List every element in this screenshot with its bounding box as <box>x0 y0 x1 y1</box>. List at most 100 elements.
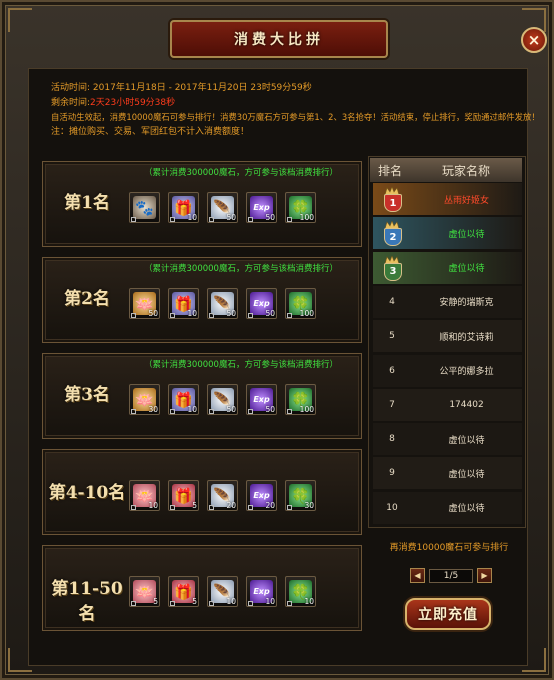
reward-slot[interactable]: Exp 50 <box>246 192 277 223</box>
item-count: 100 <box>299 405 314 414</box>
item-count: 50 <box>226 309 236 318</box>
tier-title: 第11-50名 <box>51 579 123 624</box>
leaderboard-row: 10 虚位以待 <box>373 491 522 524</box>
reward-slot[interactable]: 🎁 10 <box>168 384 199 415</box>
medal-rank-number: 1 <box>384 194 402 212</box>
player-name: 公平的娜多拉 <box>439 367 494 377</box>
item-count: 50 <box>226 213 236 222</box>
bound-marker-icon <box>209 217 214 222</box>
player-name: 安静的瑞斯克 <box>439 298 494 309</box>
next-page-button[interactable]: ▶ <box>477 568 492 583</box>
rank-reward-tier: 第4-10名 🪷 10 🎁 5 🪶 20 Exp 20 🍀 30 <box>42 449 362 535</box>
item-count: 50 <box>265 405 275 414</box>
bound-marker-icon <box>209 505 214 510</box>
next-arrow-icon: ▶ <box>481 571 488 580</box>
reward-slot[interactable]: 🎁 5 <box>168 480 199 511</box>
item-count: 50 <box>148 309 158 318</box>
reward-items: 🪷 50 🎁 10 🪶 50 Exp 50 🍀 100 <box>129 288 316 319</box>
tier-requirement: （累计消费300000魔石，方可参与该档消费排行） <box>144 360 338 370</box>
reward-items: 🐾 🎁 10 🪶 50 Exp 50 🍀 100 <box>129 192 316 223</box>
reward-slot[interactable]: 🪷 30 <box>129 384 160 415</box>
reward-slot[interactable]: 🍀 10 <box>285 576 316 607</box>
bound-marker-icon <box>131 601 136 606</box>
tier-requirement: （累计消费300000魔石，方可参与该档消费排行） <box>144 168 338 178</box>
bound-marker-icon <box>170 217 175 222</box>
rank-reward-tier: （累计消费300000魔石，方可参与该档消费排行） 第3名 🪷 30 🎁 10 🪶… <box>42 353 362 439</box>
item-count: 10 <box>304 597 314 606</box>
reward-slot[interactable]: 🎁 5 <box>168 576 199 607</box>
item-count: 30 <box>148 405 158 414</box>
recharge-now-button[interactable]: 立即充值 <box>405 598 491 630</box>
player-name: 174402 <box>449 399 484 410</box>
pagination: ◀ 1/5 ▶ <box>410 568 492 583</box>
prev-page-button[interactable]: ◀ <box>410 568 425 583</box>
bound-marker-icon <box>170 313 175 318</box>
bound-marker-icon <box>170 601 175 606</box>
bound-marker-icon <box>131 505 136 510</box>
bound-marker-icon <box>209 313 214 318</box>
remaining-time-line: 剩余时间:2天23小时59分38秒 <box>51 96 540 111</box>
reward-slot[interactable]: Exp 50 <box>246 288 277 319</box>
item-count: 50 <box>226 405 236 414</box>
silver-medal-icon: 2 <box>383 221 402 247</box>
bound-marker-icon <box>170 505 175 510</box>
rank-number: 6 <box>389 365 395 376</box>
reward-slot[interactable]: Exp 20 <box>246 480 277 511</box>
leaderboard-row: 3 虚位以待 <box>373 251 522 284</box>
reward-slot[interactable]: 🪶 50 <box>207 384 238 415</box>
reward-slot[interactable]: 🍀 30 <box>285 480 316 511</box>
reward-slot[interactable]: 🪶 10 <box>207 576 238 607</box>
window-title: 消费大比拼 <box>234 32 324 48</box>
header-player-name: 玩家名称 <box>441 163 490 178</box>
item-count: 5 <box>192 501 197 510</box>
reward-slot[interactable]: 🪷 5 <box>129 576 160 607</box>
frame-corner <box>8 8 32 32</box>
close-icon: × <box>527 30 541 49</box>
bound-marker-icon <box>131 409 136 414</box>
bound-marker-icon <box>287 505 292 510</box>
item-count: 50 <box>265 309 275 318</box>
reward-slot[interactable]: 🍀 100 <box>285 384 316 415</box>
fox-pet-icon: 🐾 <box>133 196 156 219</box>
reward-slot[interactable]: Exp 50 <box>246 384 277 415</box>
bronze-medal-icon: 3 <box>383 255 402 281</box>
leaderboard-header: 排名 玩家名称 <box>370 158 522 182</box>
item-count: 10 <box>187 405 197 414</box>
item-count: 50 <box>265 213 275 222</box>
remaining-time-value: 2天23小时59分38秒 <box>90 97 176 108</box>
rank-number: 4 <box>389 296 395 307</box>
reward-slot[interactable]: 🪶 50 <box>207 192 238 223</box>
reward-slot[interactable]: 🎁 10 <box>168 288 199 319</box>
reward-slot[interactable]: 🎁 10 <box>168 192 199 223</box>
bound-marker-icon <box>287 217 292 222</box>
reward-slot[interactable]: 🍀 100 <box>285 288 316 319</box>
bound-marker-icon <box>287 601 292 606</box>
reward-slot[interactable]: 🪷 50 <box>129 288 160 319</box>
bound-marker-icon <box>209 601 214 606</box>
player-name: 虚位以待 <box>448 264 485 275</box>
activity-time-value: 2017年11月18日 - 2017年11月20日 23时59分59秒 <box>92 83 312 93</box>
rule-line: 自活动生效起，消费10000魔石可参与排行！消费30万魔石方可参与第1、2、3名… <box>51 112 540 122</box>
close-button[interactable]: × <box>521 27 547 53</box>
gold-medal-icon: 1 <box>383 187 402 212</box>
reward-items: 🪷 10 🎁 5 🪶 20 Exp 20 🍀 30 <box>129 480 316 511</box>
reward-slot[interactable]: Exp 10 <box>246 576 277 607</box>
rank-reward-tier: 第11-50名 🪷 5 🎁 5 🪶 10 Exp 10 🍀 10 <box>42 545 362 631</box>
reward-slot[interactable]: 🪷 10 <box>129 480 160 511</box>
note-line: 注：摊位购买、交易、军团红包不计入消费额度！ <box>51 126 250 137</box>
consume-tip: 再消费10000魔石可参与排行 <box>389 543 509 553</box>
activity-time-label: 活动时间: <box>51 83 91 93</box>
reward-slot[interactable]: 🍀 100 <box>285 192 316 223</box>
player-name: 顺和的艾诗莉 <box>439 332 494 343</box>
player-name: 虚位以待 <box>448 435 485 446</box>
reward-slot[interactable]: 🪶 50 <box>207 288 238 319</box>
leaderboard-row: 2 虚位以待 <box>373 217 522 250</box>
reward-slot[interactable]: 🪶 20 <box>207 480 238 511</box>
bound-marker-icon <box>287 313 292 318</box>
leaderboard-row: 4 安静的瑞斯克 <box>373 285 522 318</box>
reward-slot[interactable]: 🐾 <box>129 192 160 223</box>
rank-number: 9 <box>389 468 395 479</box>
reward-items: 🪷 30 🎁 10 🪶 50 Exp 50 🍀 100 <box>129 384 316 415</box>
item-count: 20 <box>265 501 275 510</box>
header-rank: 排名 <box>377 163 402 178</box>
